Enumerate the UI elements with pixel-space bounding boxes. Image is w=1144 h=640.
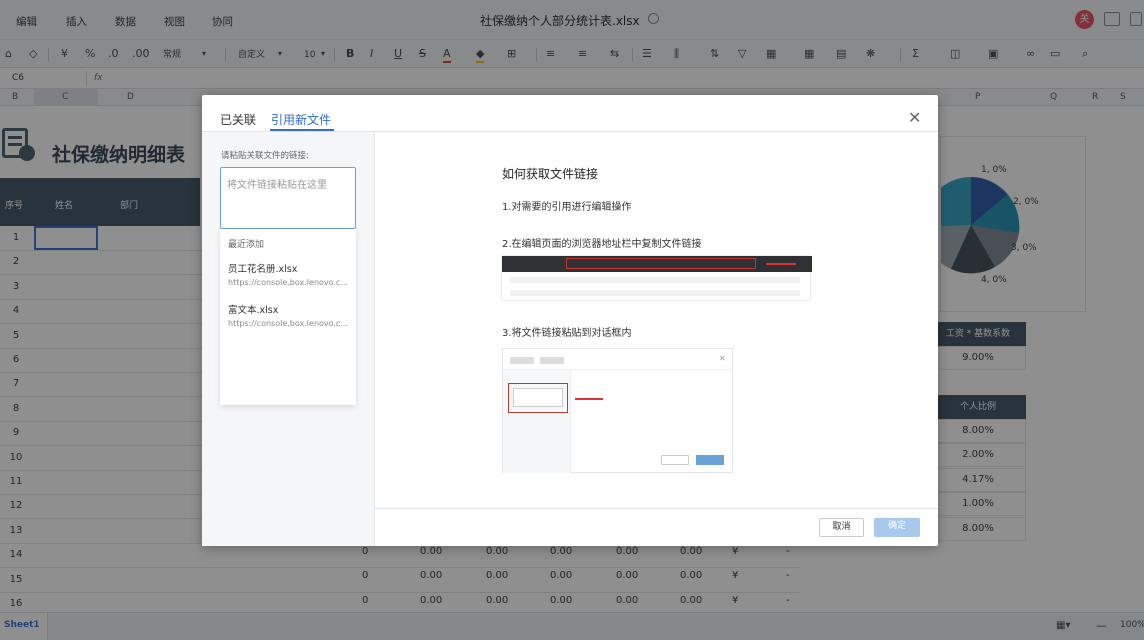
cancel-button[interactable]: 取消 bbox=[819, 518, 864, 537]
tab-linked[interactable]: 已关联 bbox=[220, 111, 256, 128]
illustration-tab bbox=[510, 357, 534, 364]
guide-step-1: 1.对需要的引用进行编辑操作 bbox=[502, 202, 632, 213]
address-bar-highlight bbox=[566, 258, 756, 269]
arrow-icon bbox=[766, 263, 796, 265]
recent-file-url: https://console.box.lenovo.c... bbox=[228, 278, 348, 287]
guide-step-2: 2.在编辑页面的浏览器地址栏中复制文件链接 bbox=[502, 239, 702, 250]
recent-label: 最近添加 bbox=[228, 240, 265, 250]
footer-divider bbox=[375, 508, 938, 509]
tab-reference-new-file[interactable]: 引用新文件 bbox=[271, 111, 331, 128]
illustration-ok bbox=[696, 455, 724, 465]
recent-dropdown: 最近添加 员工花名册.xlsx https://console.box.leno… bbox=[220, 229, 356, 405]
paste-link-input[interactable]: 将文件链接粘贴在这里 bbox=[220, 167, 356, 229]
dialog-illustration: ✕ bbox=[502, 348, 734, 473]
paste-label: 请粘贴关联文件的链接: bbox=[221, 151, 309, 161]
close-icon[interactable]: ✕ bbox=[908, 108, 921, 127]
recent-item[interactable]: 富文本.xlsx https://console.box.lenovo.c... bbox=[220, 296, 356, 332]
illustration-cancel bbox=[661, 455, 689, 465]
guide-title: 如何获取文件链接 bbox=[502, 167, 599, 181]
illustration-tab bbox=[540, 357, 564, 364]
guide-step-3: 3.将文件链接粘贴到对话框内 bbox=[502, 328, 632, 339]
confirm-button[interactable]: 确定 bbox=[874, 518, 920, 537]
illustration-close-icon: ✕ bbox=[719, 354, 726, 363]
illustration-toolbar bbox=[510, 277, 800, 283]
recent-file-url: https://console.box.lenovo.c... bbox=[228, 319, 348, 328]
paste-placeholder: 将文件链接粘贴在这里 bbox=[227, 180, 327, 191]
browser-illustration bbox=[501, 255, 812, 301]
input-highlight bbox=[508, 383, 568, 413]
link-file-dialog: 已关联 引用新文件 ✕ 请粘贴关联文件的链接: 将文件链接粘贴在这里 最近添加 … bbox=[202, 95, 938, 546]
recent-file-name: 富文本.xlsx bbox=[228, 305, 279, 316]
recent-item[interactable]: 员工花名册.xlsx https://console.box.lenovo.c.… bbox=[220, 255, 356, 291]
illustration-toolbar bbox=[510, 290, 800, 296]
recent-file-name: 员工花名册.xlsx bbox=[228, 264, 298, 275]
arrow-icon bbox=[575, 398, 603, 400]
left-panel: 请粘贴关联文件的链接: 将文件链接粘贴在这里 最近添加 员工花名册.xlsx h… bbox=[202, 132, 375, 546]
